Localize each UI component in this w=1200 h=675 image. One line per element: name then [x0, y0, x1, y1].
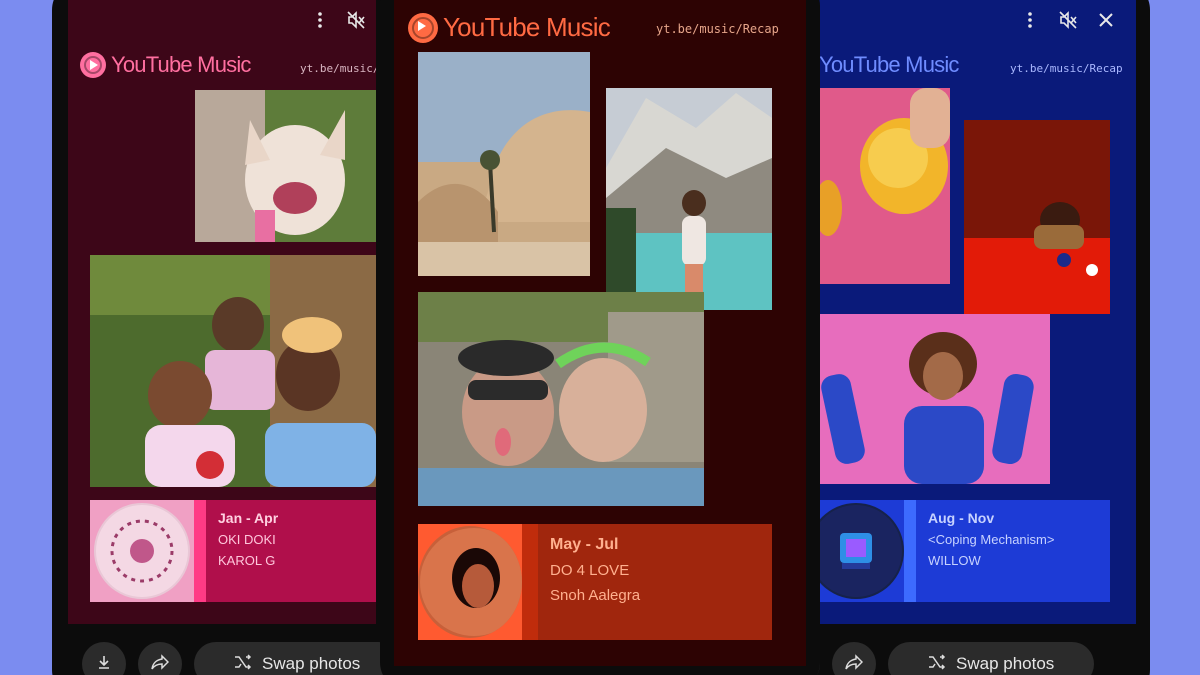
youtube-music-logo: YouTube Music — [80, 52, 251, 78]
play-ring-icon — [408, 12, 438, 43]
woman-pink-wall-photo — [818, 314, 1050, 484]
friends-selfie-photo — [90, 255, 376, 487]
middle-phone: YouTube Music yt.be/music/Recap May - Ju… — [380, 0, 820, 675]
left-track-info: Jan - Apr OKI DOKI KAROL G — [206, 500, 376, 602]
right-song-title: <Coping Mechanism> — [928, 532, 1055, 547]
pool-table-photo — [964, 120, 1110, 314]
share-button[interactable] — [832, 642, 876, 675]
left-date-range: Jan - Apr — [218, 510, 279, 526]
left-bottom-bar: Swap photos — [82, 634, 392, 675]
shuffle-icon — [928, 653, 946, 675]
right-artist-name: WILLOW — [928, 553, 981, 568]
middle-screen: YouTube Music yt.be/music/Recap May - Ju… — [394, 0, 806, 666]
mountain-lake-photo — [606, 88, 772, 310]
right-bottom-bar: Swap photos — [800, 634, 1095, 675]
desert-rocks-photo — [418, 52, 590, 276]
middle-artist-name: Snoh Aalegra — [550, 587, 641, 604]
dog-photo — [195, 90, 376, 242]
right-track-info: Aug - Nov <Coping Mechanism> WILLOW — [916, 500, 1110, 602]
right-screen: YouTube Music yt.be/music/Recap Aug - No… — [818, 0, 1136, 624]
middle-album-art — [418, 524, 522, 640]
swap-photos-label: Swap photos — [262, 654, 361, 673]
play-ring-icon — [80, 52, 106, 78]
right-date-range: Aug - Nov — [928, 510, 995, 526]
download-icon — [96, 654, 112, 675]
middle-track-info: May - Jul DO 4 LOVE Snoh Aalegra — [538, 524, 772, 640]
right-album-art — [818, 500, 904, 602]
shuffle-icon — [234, 653, 252, 675]
recap-url[interactable]: yt.be/music/Recap — [300, 62, 376, 75]
share-icon — [845, 653, 864, 675]
middle-date-range: May - Jul — [550, 536, 619, 553]
recap-url[interactable]: yt.be/music/Recap — [656, 22, 779, 36]
more-vert-icon[interactable] — [1018, 8, 1042, 32]
middle-track-card[interactable]: May - Jul DO 4 LOVE Snoh Aalegra — [418, 524, 772, 640]
swap-photos-button[interactable]: Swap photos — [888, 642, 1095, 675]
recap-url[interactable]: yt.be/music/Recap — [1010, 62, 1123, 75]
download-button[interactable] — [82, 642, 126, 675]
left-artist-name: KAROL G — [218, 553, 276, 568]
left-album-art — [90, 500, 194, 602]
middle-song-title: DO 4 LOVE — [550, 562, 630, 579]
logo-text: YouTube Music — [111, 52, 251, 77]
logo-text: YouTube Music — [443, 12, 611, 42]
pastry-photo — [818, 88, 950, 284]
middle-accent-stripe — [522, 524, 538, 640]
close-icon[interactable] — [1094, 8, 1118, 32]
youtube-music-logo: YouTube Music — [408, 12, 611, 43]
more-vert-icon[interactable] — [308, 8, 332, 32]
couple-selfie-photo — [418, 292, 704, 506]
left-song-title: OKI DOKI — [218, 532, 276, 547]
swap-photos-button[interactable]: Swap photos — [194, 642, 392, 675]
logo-text: YouTube Music — [819, 52, 959, 77]
left-track-card[interactable]: Jan - Apr OKI DOKI KAROL G — [90, 500, 376, 602]
left-screen: YouTube Music yt.be/music/Recap — [68, 0, 376, 624]
left-phone: YouTube Music yt.be/music/Recap — [52, 0, 392, 675]
left-accent-stripe — [194, 500, 206, 602]
swap-photos-label: Swap photos — [956, 654, 1055, 673]
mute-icon[interactable] — [344, 8, 368, 32]
right-accent-stripe — [904, 500, 916, 602]
right-phone: YouTube Music yt.be/music/Recap Aug - No… — [800, 0, 1150, 675]
share-button[interactable] — [138, 642, 182, 675]
youtube-music-logo: YouTube Music — [818, 52, 959, 78]
mute-icon[interactable] — [1056, 8, 1080, 32]
share-icon — [151, 653, 170, 675]
right-track-card[interactable]: Aug - Nov <Coping Mechanism> WILLOW — [818, 500, 1110, 602]
